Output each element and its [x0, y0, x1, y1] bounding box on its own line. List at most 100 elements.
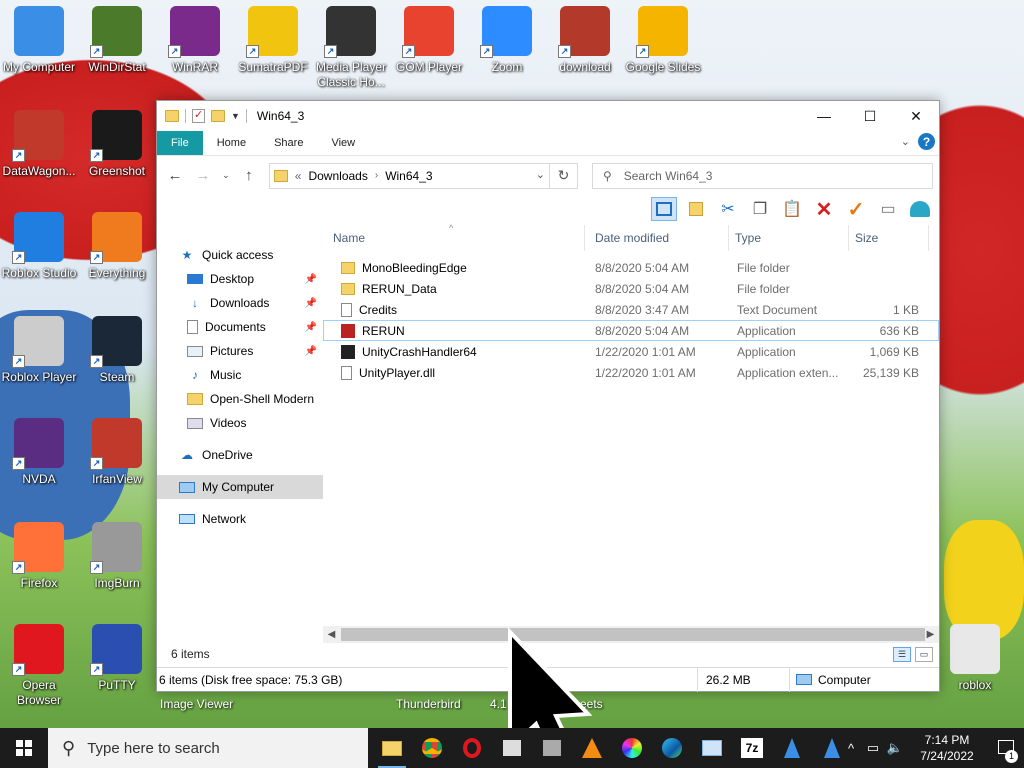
nav-pictures[interactable]: Pictures 📌 — [157, 339, 323, 363]
desktop-shortcut[interactable]: ↗ Google Slides — [624, 6, 702, 75]
large-icons-view-icon[interactable]: ▭ — [915, 646, 933, 662]
wing-app-icon[interactable] — [772, 728, 812, 768]
title-bar[interactable]: ▼ Win64_3 — ☐ ✕ — [157, 101, 939, 131]
pin-icon[interactable]: 📌 — [305, 346, 317, 357]
tab-share[interactable]: Share — [260, 131, 317, 155]
vlc-icon[interactable] — [572, 728, 612, 768]
file-row[interactable]: Credits 8/8/2020 3:47 AM Text Document 1 KB — [323, 299, 939, 320]
7zip-icon[interactable]: 7z — [732, 728, 772, 768]
pin-icon[interactable]: 📌 — [305, 274, 317, 285]
control-panel-icon[interactable] — [692, 728, 732, 768]
nav-downloads[interactable]: ↓ Downloads 📌 — [157, 291, 323, 315]
color-picker-icon[interactable] — [612, 728, 652, 768]
delete-icon[interactable]: ✕ — [811, 197, 837, 221]
nav-my-computer[interactable]: My Computer — [157, 475, 323, 499]
desktop-shortcut[interactable]: ↗ NVDA — [0, 418, 78, 487]
refresh-button[interactable]: ↻ — [548, 163, 577, 188]
expand-ribbon-chevron-icon[interactable]: ⌄ — [901, 135, 910, 148]
network-status-icon[interactable]: ▭ — [862, 740, 884, 756]
desktop-shortcut[interactable]: ↗ Steam — [78, 316, 156, 385]
help-icon[interactable]: ? — [918, 133, 935, 150]
opera-icon[interactable] — [452, 728, 492, 768]
tab-file[interactable]: File — [157, 131, 203, 155]
customize-toolbar-caret-icon[interactable]: ▼ — [231, 111, 240, 121]
desktop-shortcut[interactable]: ↗ WinDirStat — [78, 6, 156, 75]
close-button[interactable]: ✕ — [893, 101, 939, 131]
up-button[interactable]: ↑ — [237, 164, 261, 188]
scroll-thumb[interactable] — [341, 628, 925, 641]
file-explorer-icon[interactable] — [372, 728, 412, 768]
volume-icon[interactable]: 🔈 — [884, 740, 906, 756]
breadcrumb-win64-3[interactable]: Win64_3 — [385, 169, 432, 183]
nav-network[interactable]: Network — [157, 507, 323, 531]
desktop-shortcut[interactable]: ↗ Roblox Studio — [0, 212, 78, 281]
nav-videos[interactable]: Videos — [157, 411, 323, 435]
column-date-modified[interactable]: Date modified — [585, 225, 729, 251]
desktop-shortcut[interactable]: ↗ ImgBurn — [78, 522, 156, 591]
desktop-shortcut[interactable]: ↗ PuTTY — [78, 624, 156, 693]
desktop-shortcut[interactable]: ↗ IrfanView — [78, 418, 156, 487]
breadcrumb-separator-icon[interactable]: › — [375, 170, 378, 181]
desktop-shortcut[interactable]: ↗ SumatraPDF — [234, 6, 312, 75]
maximize-button[interactable]: ☐ — [847, 101, 893, 131]
preview-pane-icon[interactable] — [651, 197, 677, 221]
app-icon-2[interactable] — [532, 728, 572, 768]
recent-locations-caret-icon[interactable]: ⌄ — [219, 164, 233, 188]
desktop-shortcut[interactable]: ↗ DataWagon... — [0, 110, 78, 179]
desktop-shortcut[interactable]: ↗ download — [546, 6, 624, 75]
minimize-button[interactable]: — — [801, 101, 847, 131]
details-view-icon[interactable]: ☰ — [893, 646, 911, 662]
file-row[interactable]: MonoBleedingEdge 8/8/2020 5:04 AM File fol… — [323, 257, 939, 278]
breadcrumb-downloads[interactable]: Downloads — [308, 169, 367, 183]
tab-home[interactable]: Home — [203, 131, 260, 155]
taskbar-search-box[interactable]: ⚲ Type here to search — [48, 728, 368, 768]
nav-desktop[interactable]: Desktop 📌 — [157, 267, 323, 291]
forward-button[interactable]: → — [191, 164, 215, 188]
file-row[interactable]: UnityCrashHandler64 1/22/2020 1:01 AM Appl… — [323, 341, 939, 362]
chrome-icon[interactable] — [412, 728, 452, 768]
desktop-shortcut[interactable]: ↗ Opera Browser — [0, 624, 78, 708]
desktop-shortcut[interactable]: ↗ Media Player Classic Ho... — [312, 6, 390, 90]
new-folder-icon[interactable] — [211, 110, 225, 122]
desktop-shortcut[interactable]: roblox — [936, 624, 1014, 693]
file-row[interactable]: RERUN 8/8/2020 5:04 AM Application 636 KB — [323, 320, 939, 341]
tab-view[interactable]: View — [317, 131, 369, 155]
nav-documents[interactable]: Documents 📌 — [157, 315, 323, 339]
start-button[interactable] — [0, 728, 48, 768]
desktop-shortcut[interactable]: My Computer — [0, 6, 78, 75]
address-bar[interactable]: « Downloads › Win64_3 ⌄ ↻ — [268, 162, 578, 189]
column-name[interactable]: Name — [323, 225, 585, 251]
desktop-shortcut[interactable]: ↗ Firefox — [0, 522, 78, 591]
overflow-chevron[interactable]: « — [295, 169, 302, 183]
desktop-label-image-viewer[interactable]: Image Viewer — [160, 697, 233, 711]
view-options-icon[interactable] — [683, 197, 709, 221]
notification-center-icon[interactable]: 1 — [988, 739, 1024, 763]
properties-check-icon[interactable]: ✓ — [843, 197, 869, 221]
file-row[interactable]: RERUN_Data 8/8/2020 5:04 AM File folder — [323, 278, 939, 299]
address-dropdown-icon[interactable]: ⌄ — [536, 168, 545, 181]
nav-quick-access[interactable]: ★ Quick access — [157, 243, 323, 267]
nav-music[interactable]: ♪ Music — [157, 363, 323, 387]
horizontal-scrollbar[interactable]: ◀ ▶ — [323, 626, 939, 643]
desktop-shortcut[interactable]: ↗ Zoom — [468, 6, 546, 75]
show-hidden-icons-chevron-icon[interactable]: ^ — [840, 741, 862, 756]
desktop-label-thunderbird[interactable]: Thunderbird — [396, 697, 461, 711]
desktop-shortcut[interactable]: ↗ Roblox Player — [0, 316, 78, 385]
nav-open-shell-modern[interactable]: Open-Shell Modern — [157, 387, 323, 411]
pin-icon[interactable]: 📌 — [305, 322, 317, 333]
rename-icon[interactable]: ▭ — [875, 197, 901, 221]
open-shell-icon[interactable] — [907, 197, 933, 221]
column-type[interactable]: Type — [729, 225, 849, 251]
cut-icon[interactable]: ✂ — [715, 197, 741, 221]
nav-onedrive[interactable]: ☁ OneDrive — [157, 443, 323, 467]
column-size[interactable]: Size — [849, 225, 929, 251]
desktop-shortcut[interactable]: ↗ Everything — [78, 212, 156, 281]
desktop-shortcut[interactable]: ↗ WinRAR — [156, 6, 234, 75]
pin-icon[interactable]: 📌 — [305, 298, 317, 309]
app-icon[interactable] — [492, 728, 532, 768]
clock[interactable]: 7:14 PM 7/24/2022 — [906, 732, 988, 764]
paste-icon[interactable]: 📋 — [779, 197, 805, 221]
edge-icon[interactable] — [652, 728, 692, 768]
search-input[interactable]: ⚲ Search Win64_3 — [591, 162, 934, 189]
properties-icon[interactable] — [192, 108, 205, 123]
